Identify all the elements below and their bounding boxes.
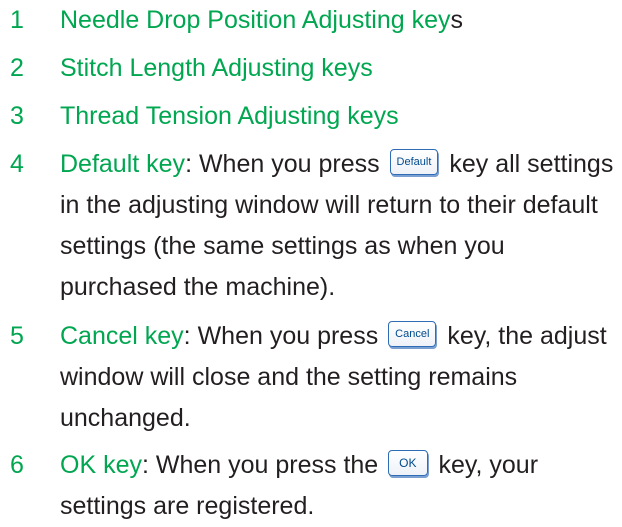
item-content: Needle Drop Position Adjusting keys — [60, 0, 620, 41]
item-label: Thread Tension Adjusting keys — [60, 102, 399, 130]
item-label: OK key — [60, 451, 142, 479]
item-label: Needle Drop Position Adjusting key — [60, 6, 451, 34]
item-content: Thread Tension Adjusting keys — [60, 96, 620, 137]
item-content: Stitch Length Adjusting keys — [60, 48, 620, 89]
key-description-list: 1 Needle Drop Position Adjusting keys 2 … — [0, 0, 622, 520]
item-label: Stitch Length Adjusting keys — [60, 54, 373, 82]
item-number: 3 — [10, 102, 24, 130]
item-label: Default key — [60, 150, 186, 178]
item-text-pre: : When you press — [183, 322, 386, 350]
item-number: 2 — [10, 54, 24, 82]
cancel-button[interactable]: Cancel — [388, 321, 437, 348]
item-content: Cancel key: When you press Cancel key, t… — [60, 316, 620, 439]
item-text-pre: : When you press — [185, 150, 387, 178]
ok-button[interactable]: OK — [388, 450, 428, 477]
item-content: OK key: When you press the OK key, your … — [60, 445, 620, 527]
item-label-suffix: s — [450, 6, 464, 34]
item-label: Cancel key — [60, 322, 184, 350]
item-content: Default key: When you press Default key … — [60, 144, 620, 308]
item-number: 6 — [10, 451, 24, 479]
default-button[interactable]: Default — [389, 149, 439, 176]
item-number: 5 — [10, 322, 24, 350]
item-number: 1 — [10, 6, 24, 34]
item-number: 4 — [10, 150, 24, 178]
item-text-pre: : When you press the — [141, 451, 386, 479]
